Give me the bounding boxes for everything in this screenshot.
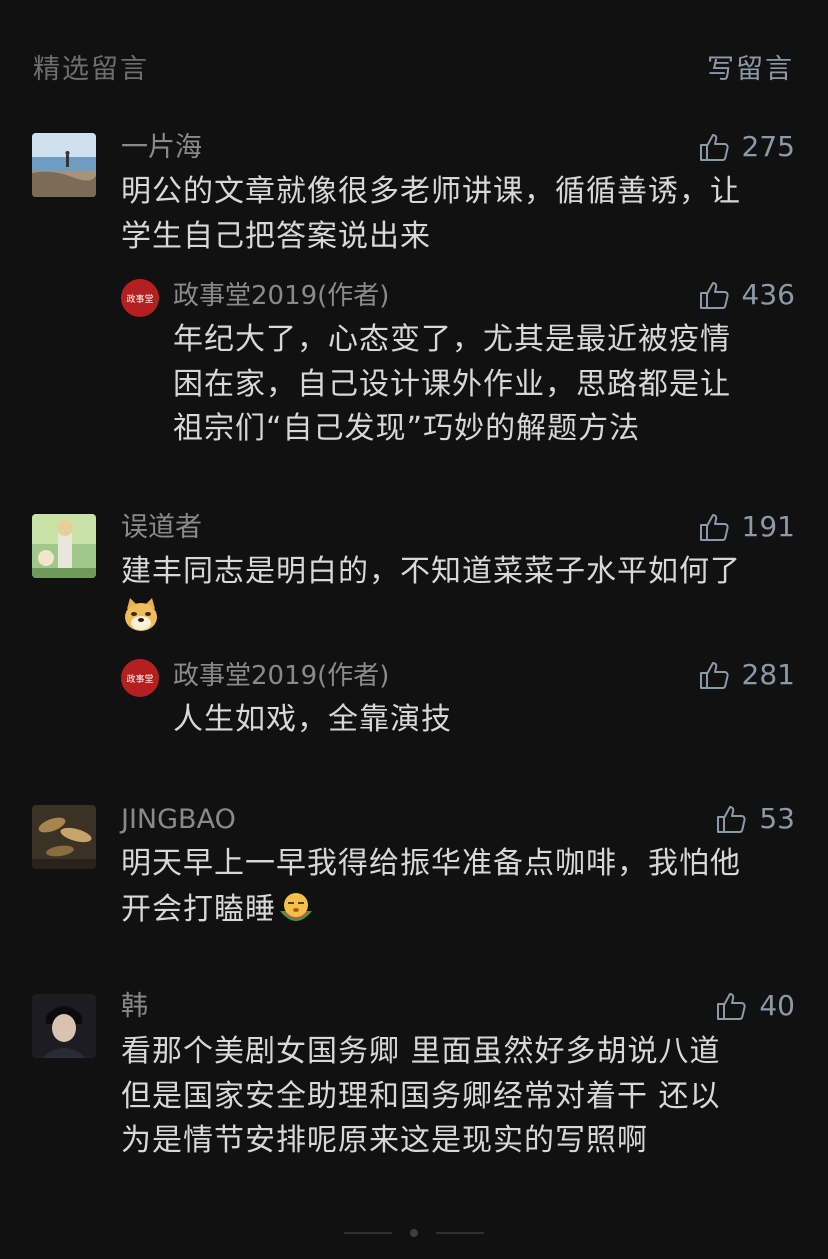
like-button[interactable]: 281 xyxy=(698,659,795,691)
like-count: 53 xyxy=(759,802,795,835)
commenter-name[interactable]: 误道者 xyxy=(121,512,202,544)
page-indicator xyxy=(0,1226,828,1240)
thumbs-up-icon xyxy=(698,131,730,163)
portrait-avatar-image xyxy=(32,994,96,1058)
thumbs-up-icon xyxy=(715,990,747,1022)
section-title: 精选留言 xyxy=(33,53,149,85)
thumbs-up-icon xyxy=(698,659,730,691)
comment-line: 明天早上一早我得给振华准备点咖啡，我怕他 xyxy=(121,846,741,881)
comment-text: 建丰同志是明白的，不知道菜菜子水平如何了 xyxy=(121,550,801,640)
thumbs-up-icon xyxy=(698,511,730,543)
reply-text: 人生如戏，全靠演技 xyxy=(173,698,795,743)
leaves-avatar-image xyxy=(32,805,96,869)
reply-author-name[interactable]: 政事堂2019(作者) xyxy=(173,280,389,312)
comment-line: 看那个美剧女国务卿 里面虽然好多胡说八道 xyxy=(121,1034,721,1069)
reply-line: 祖宗们“自己发现”巧妙的解题方法 xyxy=(173,411,641,446)
author-seal-icon: 政事堂 xyxy=(121,659,159,697)
reply-line: 人生如戏，全靠演技 xyxy=(173,702,452,737)
commenter-name[interactable]: 一片海 xyxy=(121,132,202,164)
like-button[interactable]: 436 xyxy=(698,279,795,311)
sleepy-melon-emoji xyxy=(280,892,312,921)
author-avatar[interactable]: 政事堂 xyxy=(121,659,159,697)
like-count: 191 xyxy=(741,510,795,543)
commenter-name[interactable]: 韩 xyxy=(121,991,148,1023)
comments-header: 精选留言 写留言 xyxy=(33,46,794,86)
avatar[interactable] xyxy=(32,514,96,578)
write-comment-button[interactable]: 写留言 xyxy=(707,47,794,86)
reply-text: 年纪大了，心态变了，尤其是最近被疫情 困在家，自己设计课外作业，思路都是让 祖宗… xyxy=(173,318,795,452)
comment-emoji-line xyxy=(121,595,801,641)
comment-line-with-emoji: 开会打瞌睡 xyxy=(121,887,801,933)
avatar[interactable] xyxy=(32,994,96,1058)
reply-line: 困在家，自己设计课外作业，思路都是让 xyxy=(173,366,731,402)
comment-line: 开会打瞌睡 xyxy=(121,891,276,927)
like-button[interactable]: 40 xyxy=(715,990,795,1022)
comment-line: 明公的文章就像很多老师讲课，循循善诱，让 xyxy=(121,174,741,209)
like-count: 40 xyxy=(759,989,795,1022)
comment-text: 看那个美剧女国务卿 里面虽然好多胡说八道 但是国家安全助理和国务卿经常对着干 还… xyxy=(121,1030,801,1164)
like-count: 436 xyxy=(741,278,795,311)
reply-author-name[interactable]: 政事堂2019(作者) xyxy=(173,660,389,692)
thumbs-up-icon xyxy=(698,279,730,311)
comment-line: 但是国家安全助理和国务卿经常对着干 还以 xyxy=(121,1078,721,1114)
like-count: 281 xyxy=(741,658,795,691)
comment-line: 为是情节安排呢原来这是现实的写照啊 xyxy=(121,1123,648,1158)
anime-avatar-image xyxy=(32,514,96,578)
beach-avatar-image xyxy=(32,133,96,197)
avatar[interactable] xyxy=(32,805,96,869)
comment-text: 明公的文章就像很多老师讲课，循循善诱，让 学生自己把答案说出来 xyxy=(121,170,801,259)
author-avatar[interactable]: 政事堂 xyxy=(121,279,159,317)
author-seal-glyphs: 政事堂 xyxy=(126,293,153,305)
like-button[interactable]: 53 xyxy=(715,803,795,835)
indicator-line xyxy=(344,1232,392,1234)
avatar[interactable] xyxy=(32,133,96,197)
doge-emoji xyxy=(125,597,157,631)
comment-line: 建丰同志是明白的，不知道菜菜子水平如何了 xyxy=(121,554,741,589)
like-button[interactable]: 191 xyxy=(698,511,795,543)
like-button[interactable]: 275 xyxy=(698,131,795,163)
commenter-name[interactable]: JINGBAO xyxy=(121,804,236,836)
author-seal-glyphs: 政事堂 xyxy=(126,673,153,685)
comment-text: 明天早上一早我得给振华准备点咖啡，我怕他 开会打瞌睡 xyxy=(121,842,801,932)
thumbs-up-icon xyxy=(715,803,747,835)
indicator-line xyxy=(436,1232,484,1234)
reply-line: 年纪大了，心态变了，尤其是最近被疫情 xyxy=(173,322,731,357)
like-count: 275 xyxy=(741,130,795,163)
comment-line: 学生自己把答案说出来 xyxy=(121,218,431,254)
author-seal-icon: 政事堂 xyxy=(121,279,159,317)
indicator-dot xyxy=(410,1229,418,1237)
